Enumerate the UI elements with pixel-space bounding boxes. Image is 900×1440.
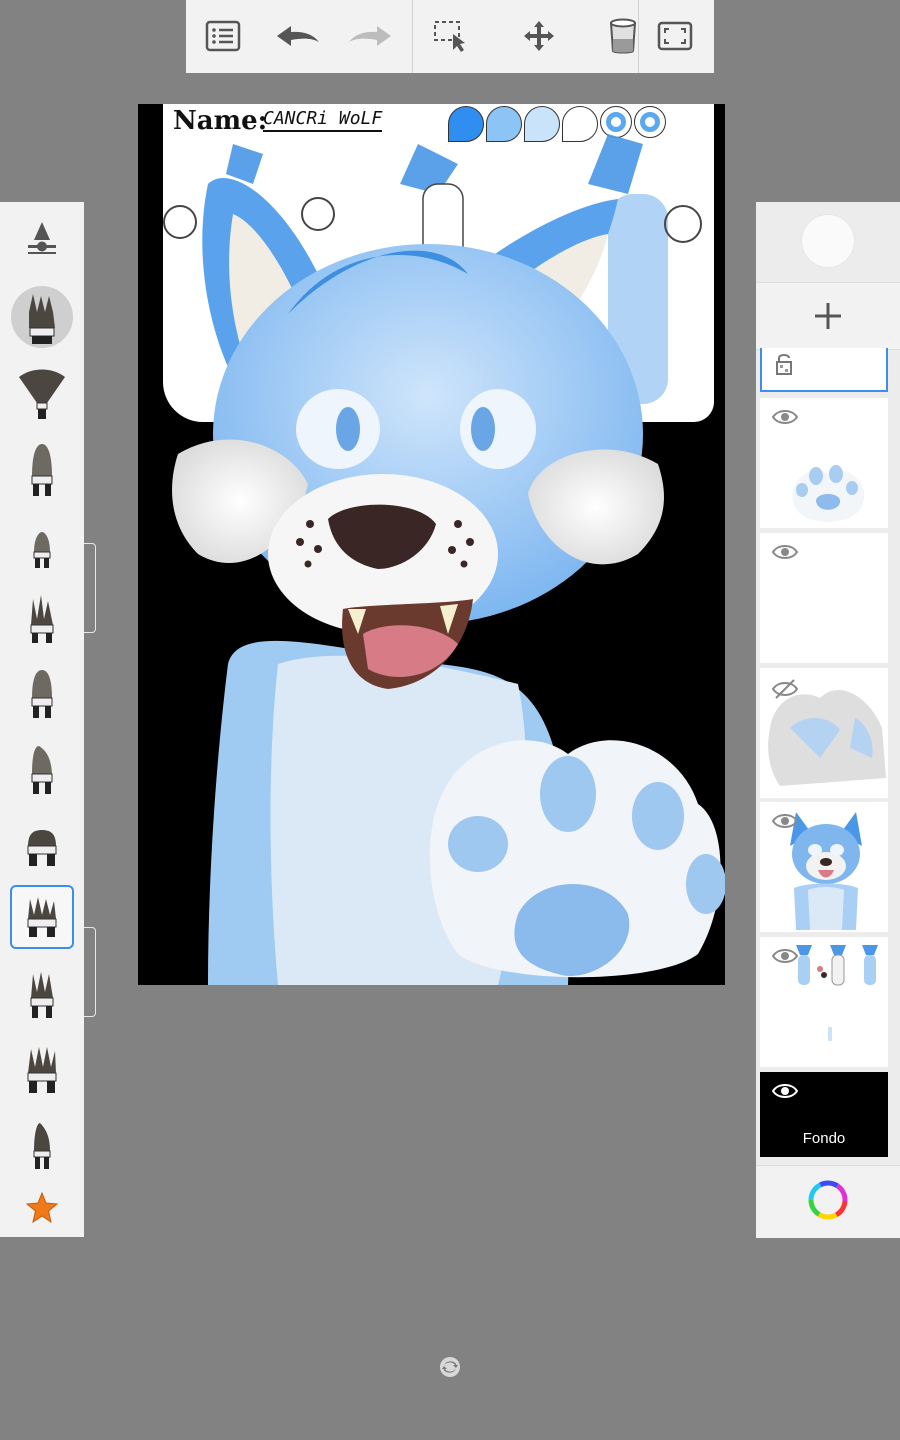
lock-icon — [776, 354, 792, 375]
layer-locked[interactable] — [760, 348, 888, 392]
eye-icon — [772, 545, 798, 559]
angled-brush-icon — [33, 1123, 51, 1169]
layer-background-label: Fondo — [802, 1130, 846, 1147]
move-arrows-icon — [524, 21, 554, 51]
star-icon — [25, 1191, 59, 1224]
brush-icon — [29, 294, 55, 344]
layer-reference[interactable] — [760, 937, 888, 1067]
selection-icon — [434, 21, 465, 52]
fullscreen-icon — [657, 21, 693, 51]
paint-bucket-icon — [609, 18, 637, 54]
brush-item-0[interactable] — [10, 287, 74, 351]
list-icon — [205, 20, 241, 52]
sync-icon[interactable] — [438, 1355, 462, 1379]
eye-icon — [772, 814, 798, 828]
brush-item-5[interactable] — [10, 662, 74, 726]
brush-opacity-slider-handle[interactable] — [84, 927, 96, 1017]
toolbar-divider — [412, 0, 413, 73]
fan-brush-icon — [19, 369, 65, 419]
layer-paw[interactable] — [760, 398, 888, 528]
undo-icon — [277, 26, 319, 46]
brush-item-10[interactable] — [10, 1038, 74, 1102]
favorite-brushes-button[interactable] — [10, 1176, 74, 1240]
redo-button[interactable] — [346, 12, 396, 60]
layer-empty[interactable] — [760, 533, 888, 663]
brush-item-11[interactable] — [10, 1114, 74, 1178]
layer-thumbnail — [790, 939, 886, 989]
brush-item-8[interactable] — [10, 885, 74, 949]
layer-wolf[interactable] — [760, 802, 888, 932]
brush-item-2[interactable] — [10, 438, 74, 502]
flat-brush-icon — [31, 444, 53, 496]
transform-button[interactable] — [514, 12, 564, 60]
wide-brush-icon — [27, 830, 57, 866]
brush-item-3[interactable] — [10, 518, 74, 582]
brush-item-4[interactable] — [10, 587, 74, 651]
bristle-brush-icon — [30, 972, 54, 1018]
fullscreen-button[interactable] — [650, 12, 700, 60]
add-layer-button[interactable] — [756, 282, 900, 350]
layer-thumbnail-stroke — [828, 1027, 832, 1041]
top-toolbar — [186, 0, 714, 73]
brush-item-1[interactable] — [10, 362, 74, 426]
eye-hidden-icon — [772, 679, 798, 699]
brush-settings-button[interactable] — [10, 206, 74, 270]
brush-size-slider-handle[interactable] — [84, 543, 96, 633]
eye-icon — [772, 949, 798, 963]
bristle-brush-icon — [27, 897, 57, 937]
selection-button[interactable] — [426, 12, 476, 60]
fill-bucket-button[interactable] — [598, 12, 648, 60]
layer-background[interactable]: Fondo — [760, 1072, 888, 1157]
list-menu-button[interactable] — [198, 12, 248, 60]
brush-settings-icon — [28, 222, 56, 254]
undo-button[interactable] — [272, 12, 322, 60]
eye-icon — [772, 410, 798, 424]
brush-item-7[interactable] — [10, 816, 74, 880]
current-color-swatch[interactable] — [801, 214, 855, 268]
bristle-brush-icon — [30, 595, 54, 643]
brush-item-6[interactable] — [10, 738, 74, 802]
layer-fur-hidden[interactable] — [760, 668, 888, 798]
brush-item-9[interactable] — [10, 963, 74, 1027]
round-brush-icon — [33, 532, 51, 568]
bristle-brush-icon — [27, 1047, 57, 1093]
flat-brush-icon — [31, 670, 53, 718]
eye-icon — [772, 1084, 798, 1098]
color-wheel-icon[interactable] — [805, 1177, 851, 1223]
layer-thumbnail — [792, 465, 865, 522]
plus-icon — [815, 303, 841, 329]
angled-brush-icon — [31, 746, 53, 794]
wolf-painting — [163, 134, 725, 985]
drawing-canvas[interactable]: Name: CANCRi WoLF — [138, 104, 725, 985]
redo-icon — [349, 26, 391, 46]
